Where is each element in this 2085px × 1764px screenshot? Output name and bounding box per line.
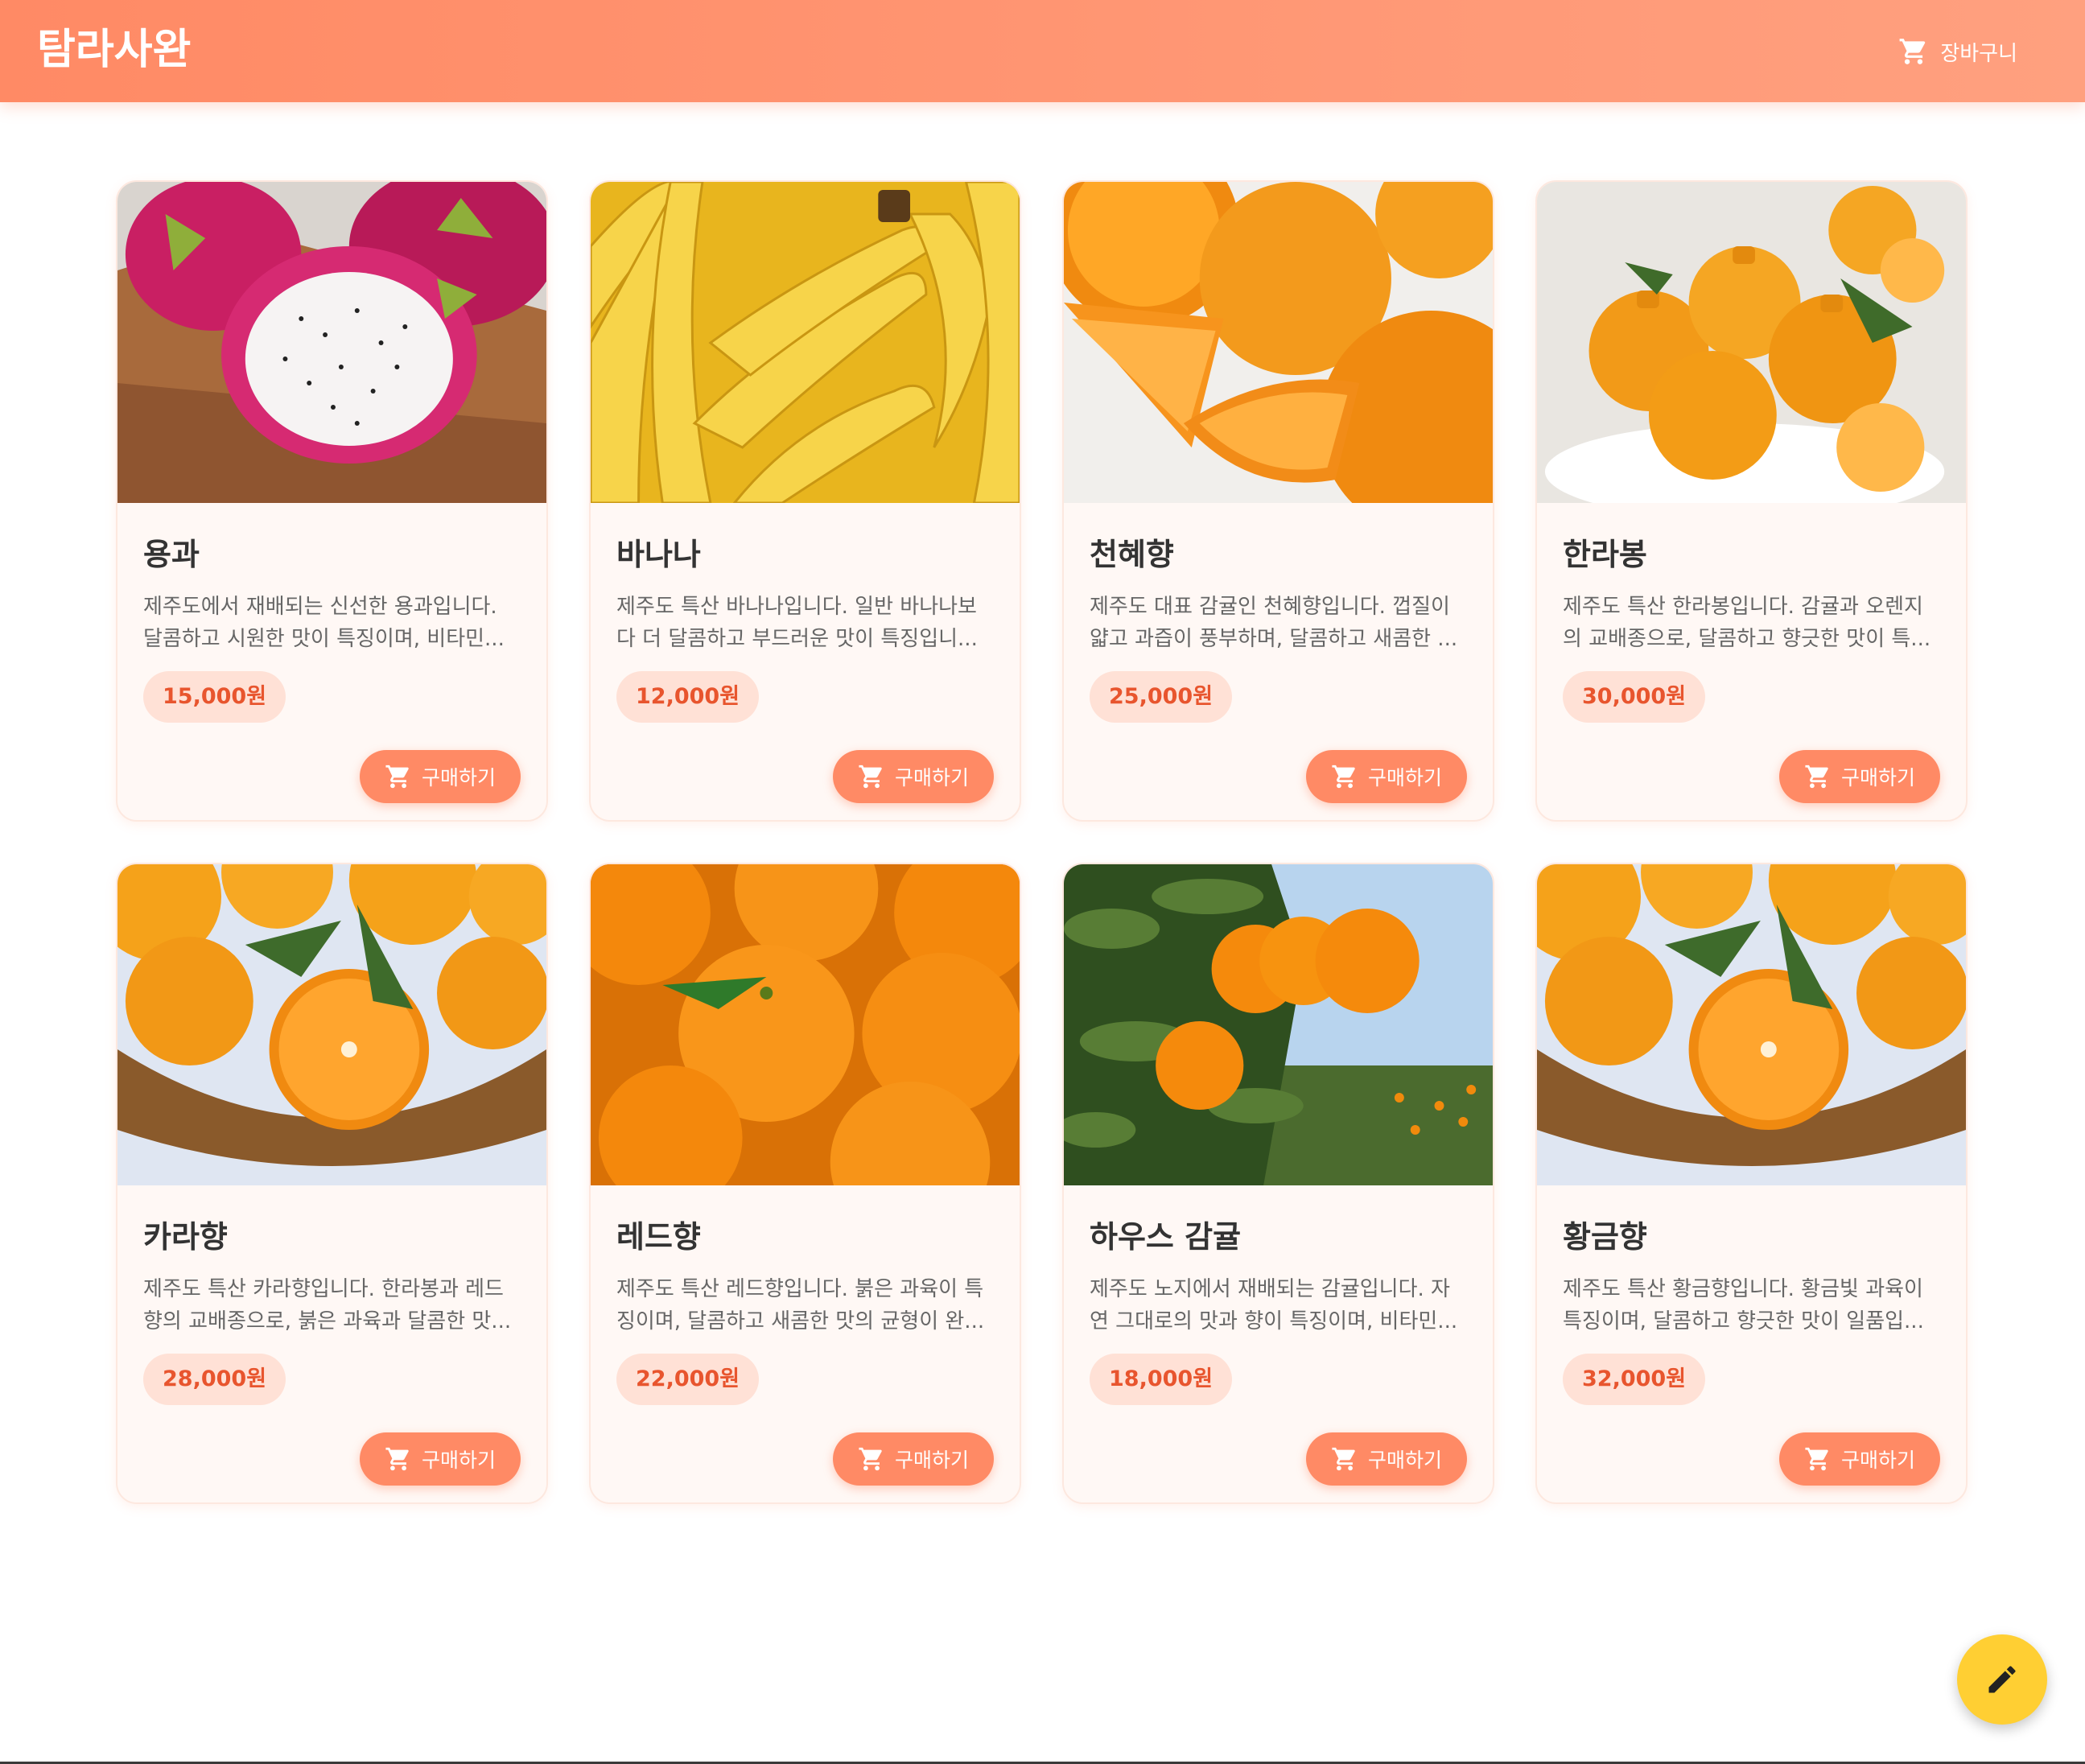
buy-button-label: 구매하기	[894, 766, 969, 789]
buy-button[interactable]: 구매하기	[360, 750, 521, 803]
product-image	[1537, 864, 1966, 1185]
product-name: 용과	[143, 537, 200, 572]
tangerine-basket-image	[1537, 864, 1966, 1185]
buy-button-label: 구매하기	[894, 1449, 969, 1472]
product-name: 황금향	[1563, 1219, 1647, 1255]
product-name: 카라향	[143, 1219, 228, 1255]
price-badge: 28,000원	[143, 1354, 286, 1405]
tangerine-basket-image	[117, 864, 546, 1185]
buy-button[interactable]: 구매하기	[833, 750, 994, 803]
product-image	[1537, 182, 1966, 503]
buy-button[interactable]: 구매하기	[833, 1432, 994, 1486]
buy-button-label: 구매하기	[421, 766, 496, 789]
cart-icon	[385, 765, 409, 789]
dragon-fruit-image	[117, 182, 546, 503]
product-card: 카라향 제주도 특산 카라향입니다. 한라봉과 레드향의 교배종으로, 붉은 과…	[116, 863, 548, 1504]
product-description: 제주도 특산 한라봉입니다. 감귤과 오렌지의 교배종으로, 달콤하고 향긋한 …	[1563, 595, 1931, 651]
buy-button-label: 구매하기	[1367, 1449, 1442, 1472]
product-image	[591, 182, 1020, 503]
product-image	[117, 864, 546, 1185]
brand-title[interactable]: 탐라사완	[37, 21, 191, 79]
product-card: 황금향 제주도 특산 황금향입니다. 황금빛 과육이 특징이며, 달콤하고 향긋…	[1535, 863, 1968, 1504]
price-badge: 22,000원	[616, 1354, 760, 1405]
buy-button[interactable]: 구매하기	[1779, 1432, 1940, 1486]
oranges-sliced-image	[1064, 182, 1493, 503]
product-image	[1064, 864, 1493, 1185]
tangerine-tree-image	[1064, 864, 1493, 1185]
product-card: 하우스 감귤 제주도 노지에서 재배되는 감귤입니다. 자연 그대로의 맛과 향…	[1062, 863, 1494, 1504]
product-card: 바나나 제주도 특산 바나나입니다. 일반 바나나보다 더 달콤하고 부드러운 …	[589, 180, 1021, 822]
product-description: 제주도 특산 황금향입니다. 황금빛 과육이 특징이며, 달콤하고 향긋한 맛이…	[1563, 1277, 1924, 1333]
product-name: 한라봉	[1563, 537, 1647, 572]
product-card: 레드향 제주도 특산 레드향입니다. 붉은 과육이 특징이며, 달콤하고 새콤한…	[589, 863, 1021, 1504]
price-badge: 32,000원	[1563, 1354, 1706, 1405]
cart-icon	[859, 1447, 882, 1471]
cart-icon	[1805, 1447, 1828, 1471]
buy-button[interactable]: 구매하기	[1306, 1432, 1467, 1486]
price-badge: 12,000원	[616, 671, 760, 723]
product-card: 용과 제주도에서 재배되는 신선한 용과입니다. 달콤하고 시원한 맛이 특징이…	[116, 180, 548, 822]
cart-icon	[1332, 1447, 1355, 1471]
product-grid: 용과 제주도에서 재배되는 신선한 용과입니다. 달콤하고 시원한 맛이 특징이…	[116, 180, 1970, 1504]
cart-icon	[1805, 765, 1828, 789]
product-description: 제주도 대표 감귤인 천혜향입니다. 껍질이 얇고 과즙이 풍부하며, 달콤하고…	[1090, 595, 1458, 651]
buy-button[interactable]: 구매하기	[360, 1432, 521, 1486]
product-description: 제주도 특산 레드향입니다. 붉은 과육이 특징이며, 달콤하고 새콤한 맛의 …	[616, 1277, 985, 1333]
cart-label: 장바구니	[1940, 41, 2017, 66]
edit-fab-button[interactable]	[1957, 1634, 2047, 1725]
price-badge: 30,000원	[1563, 671, 1706, 723]
cart-icon	[385, 1447, 409, 1471]
product-name: 레드향	[616, 1219, 701, 1255]
product-description: 제주도에서 재배되는 신선한 용과입니다. 달콤하고 시원한 맛이 특징이며, …	[143, 595, 505, 651]
pencil-icon	[1988, 1666, 2016, 1693]
buy-button-label: 구매하기	[1840, 1449, 1915, 1472]
product-card: 천혜향 제주도 대표 감귤인 천혜향입니다. 껍질이 얇고 과즙이 풍부하며, …	[1062, 180, 1494, 822]
buy-button[interactable]: 구매하기	[1779, 750, 1940, 803]
product-image	[591, 864, 1020, 1185]
product-image	[117, 182, 546, 503]
cart-icon	[859, 765, 882, 789]
cart-icon	[1332, 765, 1355, 789]
buy-button[interactable]: 구매하기	[1306, 750, 1467, 803]
cart-button[interactable]: 장바구니	[1898, 29, 2017, 74]
hallabong-image	[1537, 182, 1966, 503]
price-badge: 15,000원	[143, 671, 286, 723]
product-description: 제주도 노지에서 재배되는 감귤입니다. 자연 그대로의 맛과 향이 특징이며,…	[1090, 1277, 1458, 1333]
price-badge: 25,000원	[1090, 671, 1233, 723]
bananas-image	[591, 182, 1020, 503]
price-badge: 18,000원	[1090, 1354, 1233, 1405]
product-description: 제주도 특산 카라향입니다. 한라봉과 레드향의 교배종으로, 붉은 과육과 달…	[143, 1277, 512, 1333]
product-image	[1064, 182, 1493, 503]
buy-button-label: 구매하기	[1840, 766, 1915, 789]
product-description: 제주도 특산 바나나입니다. 일반 바나나보다 더 달콤하고 부드러운 맛이 특…	[616, 595, 978, 651]
product-name: 하우스 감귤	[1090, 1219, 1242, 1255]
buy-button-label: 구매하기	[421, 1449, 496, 1472]
buy-button-label: 구매하기	[1367, 766, 1442, 789]
mandarins-image	[591, 864, 1020, 1185]
product-name: 바나나	[616, 537, 701, 572]
product-name: 천혜향	[1090, 537, 1174, 572]
cart-icon	[1899, 39, 1926, 64]
product-card: 한라봉 제주도 특산 한라봉입니다. 감귤과 오렌지의 교배종으로, 달콤하고 …	[1535, 180, 1968, 822]
app-bar: 탐라사완 장바구니	[0, 0, 2085, 102]
